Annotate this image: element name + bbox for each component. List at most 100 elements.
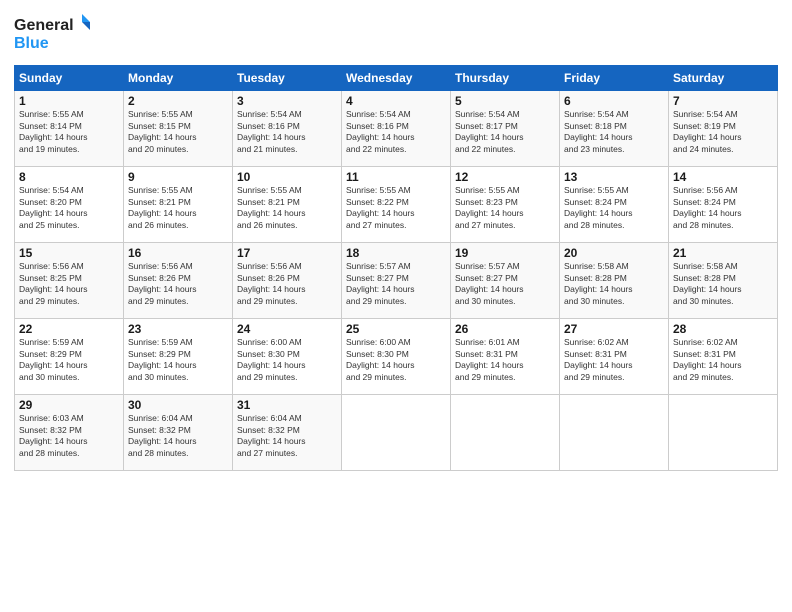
day-number: 20 bbox=[564, 246, 664, 260]
day-detail: Sunrise: 5:54 AMSunset: 8:16 PMDaylight:… bbox=[237, 109, 306, 153]
day-number: 19 bbox=[455, 246, 555, 260]
day-number: 14 bbox=[673, 170, 773, 184]
day-number: 8 bbox=[19, 170, 119, 184]
logo-text: General Blue bbox=[14, 12, 94, 59]
day-cell: 7 Sunrise: 5:54 AMSunset: 8:19 PMDayligh… bbox=[669, 91, 778, 167]
day-detail: Sunrise: 5:58 AMSunset: 8:28 PMDaylight:… bbox=[564, 261, 633, 305]
day-cell: 27 Sunrise: 6:02 AMSunset: 8:31 PMDaylig… bbox=[560, 319, 669, 395]
day-cell: 11 Sunrise: 5:55 AMSunset: 8:22 PMDaylig… bbox=[342, 167, 451, 243]
header-day-monday: Monday bbox=[124, 66, 233, 91]
day-number: 5 bbox=[455, 94, 555, 108]
day-cell bbox=[560, 395, 669, 471]
header-day-saturday: Saturday bbox=[669, 66, 778, 91]
header-day-sunday: Sunday bbox=[15, 66, 124, 91]
page: General Blue SundayMondayTuesdayWednesda… bbox=[0, 0, 792, 612]
day-number: 17 bbox=[237, 246, 337, 260]
day-detail: Sunrise: 5:55 AMSunset: 8:14 PMDaylight:… bbox=[19, 109, 88, 153]
day-number: 25 bbox=[346, 322, 446, 336]
day-detail: Sunrise: 6:04 AMSunset: 8:32 PMDaylight:… bbox=[237, 413, 306, 457]
day-detail: Sunrise: 5:56 AMSunset: 8:25 PMDaylight:… bbox=[19, 261, 88, 305]
header-row: SundayMondayTuesdayWednesdayThursdayFrid… bbox=[15, 66, 778, 91]
day-detail: Sunrise: 5:58 AMSunset: 8:28 PMDaylight:… bbox=[673, 261, 742, 305]
day-detail: Sunrise: 5:59 AMSunset: 8:29 PMDaylight:… bbox=[128, 337, 197, 381]
day-detail: Sunrise: 5:57 AMSunset: 8:27 PMDaylight:… bbox=[346, 261, 415, 305]
day-cell: 2 Sunrise: 5:55 AMSunset: 8:15 PMDayligh… bbox=[124, 91, 233, 167]
day-number: 12 bbox=[455, 170, 555, 184]
day-cell: 26 Sunrise: 6:01 AMSunset: 8:31 PMDaylig… bbox=[451, 319, 560, 395]
day-detail: Sunrise: 6:00 AMSunset: 8:30 PMDaylight:… bbox=[237, 337, 306, 381]
day-cell bbox=[342, 395, 451, 471]
day-number: 27 bbox=[564, 322, 664, 336]
day-detail: Sunrise: 5:55 AMSunset: 8:21 PMDaylight:… bbox=[128, 185, 197, 229]
day-number: 7 bbox=[673, 94, 773, 108]
header-day-friday: Friday bbox=[560, 66, 669, 91]
day-cell: 9 Sunrise: 5:55 AMSunset: 8:21 PMDayligh… bbox=[124, 167, 233, 243]
day-cell: 31 Sunrise: 6:04 AMSunset: 8:32 PMDaylig… bbox=[233, 395, 342, 471]
day-number: 28 bbox=[673, 322, 773, 336]
day-cell: 19 Sunrise: 5:57 AMSunset: 8:27 PMDaylig… bbox=[451, 243, 560, 319]
day-number: 9 bbox=[128, 170, 228, 184]
calendar-table: SundayMondayTuesdayWednesdayThursdayFrid… bbox=[14, 65, 778, 471]
svg-text:Blue: Blue bbox=[14, 35, 49, 52]
day-number: 24 bbox=[237, 322, 337, 336]
week-row-5: 29 Sunrise: 6:03 AMSunset: 8:32 PMDaylig… bbox=[15, 395, 778, 471]
day-detail: Sunrise: 5:55 AMSunset: 8:21 PMDaylight:… bbox=[237, 185, 306, 229]
day-cell: 29 Sunrise: 6:03 AMSunset: 8:32 PMDaylig… bbox=[15, 395, 124, 471]
day-number: 23 bbox=[128, 322, 228, 336]
day-detail: Sunrise: 5:56 AMSunset: 8:24 PMDaylight:… bbox=[673, 185, 742, 229]
header: General Blue bbox=[14, 10, 778, 59]
day-number: 1 bbox=[19, 94, 119, 108]
day-detail: Sunrise: 6:02 AMSunset: 8:31 PMDaylight:… bbox=[673, 337, 742, 381]
day-number: 18 bbox=[346, 246, 446, 260]
day-number: 15 bbox=[19, 246, 119, 260]
day-cell bbox=[451, 395, 560, 471]
day-cell: 17 Sunrise: 5:56 AMSunset: 8:26 PMDaylig… bbox=[233, 243, 342, 319]
day-cell: 12 Sunrise: 5:55 AMSunset: 8:23 PMDaylig… bbox=[451, 167, 560, 243]
day-number: 21 bbox=[673, 246, 773, 260]
day-number: 29 bbox=[19, 398, 119, 412]
day-cell: 18 Sunrise: 5:57 AMSunset: 8:27 PMDaylig… bbox=[342, 243, 451, 319]
day-detail: Sunrise: 5:59 AMSunset: 8:29 PMDaylight:… bbox=[19, 337, 88, 381]
week-row-1: 1 Sunrise: 5:55 AMSunset: 8:14 PMDayligh… bbox=[15, 91, 778, 167]
logo-svg: General Blue bbox=[14, 12, 94, 54]
day-cell: 16 Sunrise: 5:56 AMSunset: 8:26 PMDaylig… bbox=[124, 243, 233, 319]
day-number: 6 bbox=[564, 94, 664, 108]
day-detail: Sunrise: 6:00 AMSunset: 8:30 PMDaylight:… bbox=[346, 337, 415, 381]
day-number: 10 bbox=[237, 170, 337, 184]
day-cell: 4 Sunrise: 5:54 AMSunset: 8:16 PMDayligh… bbox=[342, 91, 451, 167]
day-detail: Sunrise: 5:55 AMSunset: 8:15 PMDaylight:… bbox=[128, 109, 197, 153]
day-cell: 25 Sunrise: 6:00 AMSunset: 8:30 PMDaylig… bbox=[342, 319, 451, 395]
day-cell: 30 Sunrise: 6:04 AMSunset: 8:32 PMDaylig… bbox=[124, 395, 233, 471]
day-detail: Sunrise: 5:56 AMSunset: 8:26 PMDaylight:… bbox=[237, 261, 306, 305]
day-detail: Sunrise: 5:55 AMSunset: 8:22 PMDaylight:… bbox=[346, 185, 415, 229]
day-detail: Sunrise: 5:54 AMSunset: 8:17 PMDaylight:… bbox=[455, 109, 524, 153]
day-number: 30 bbox=[128, 398, 228, 412]
day-detail: Sunrise: 5:54 AMSunset: 8:20 PMDaylight:… bbox=[19, 185, 88, 229]
day-detail: Sunrise: 6:03 AMSunset: 8:32 PMDaylight:… bbox=[19, 413, 88, 457]
day-cell: 5 Sunrise: 5:54 AMSunset: 8:17 PMDayligh… bbox=[451, 91, 560, 167]
day-detail: Sunrise: 5:54 AMSunset: 8:19 PMDaylight:… bbox=[673, 109, 742, 153]
day-cell: 20 Sunrise: 5:58 AMSunset: 8:28 PMDaylig… bbox=[560, 243, 669, 319]
day-detail: Sunrise: 6:01 AMSunset: 8:31 PMDaylight:… bbox=[455, 337, 524, 381]
day-number: 26 bbox=[455, 322, 555, 336]
day-cell: 21 Sunrise: 5:58 AMSunset: 8:28 PMDaylig… bbox=[669, 243, 778, 319]
day-cell: 10 Sunrise: 5:55 AMSunset: 8:21 PMDaylig… bbox=[233, 167, 342, 243]
day-cell: 23 Sunrise: 5:59 AMSunset: 8:29 PMDaylig… bbox=[124, 319, 233, 395]
day-detail: Sunrise: 6:02 AMSunset: 8:31 PMDaylight:… bbox=[564, 337, 633, 381]
day-detail: Sunrise: 5:54 AMSunset: 8:16 PMDaylight:… bbox=[346, 109, 415, 153]
week-row-3: 15 Sunrise: 5:56 AMSunset: 8:25 PMDaylig… bbox=[15, 243, 778, 319]
week-row-4: 22 Sunrise: 5:59 AMSunset: 8:29 PMDaylig… bbox=[15, 319, 778, 395]
day-number: 22 bbox=[19, 322, 119, 336]
day-detail: Sunrise: 5:55 AMSunset: 8:24 PMDaylight:… bbox=[564, 185, 633, 229]
day-cell: 1 Sunrise: 5:55 AMSunset: 8:14 PMDayligh… bbox=[15, 91, 124, 167]
header-day-tuesday: Tuesday bbox=[233, 66, 342, 91]
day-number: 3 bbox=[237, 94, 337, 108]
day-cell: 14 Sunrise: 5:56 AMSunset: 8:24 PMDaylig… bbox=[669, 167, 778, 243]
day-cell: 8 Sunrise: 5:54 AMSunset: 8:20 PMDayligh… bbox=[15, 167, 124, 243]
day-number: 16 bbox=[128, 246, 228, 260]
day-detail: Sunrise: 6:04 AMSunset: 8:32 PMDaylight:… bbox=[128, 413, 197, 457]
header-day-thursday: Thursday bbox=[451, 66, 560, 91]
day-cell: 15 Sunrise: 5:56 AMSunset: 8:25 PMDaylig… bbox=[15, 243, 124, 319]
day-number: 2 bbox=[128, 94, 228, 108]
day-detail: Sunrise: 5:57 AMSunset: 8:27 PMDaylight:… bbox=[455, 261, 524, 305]
